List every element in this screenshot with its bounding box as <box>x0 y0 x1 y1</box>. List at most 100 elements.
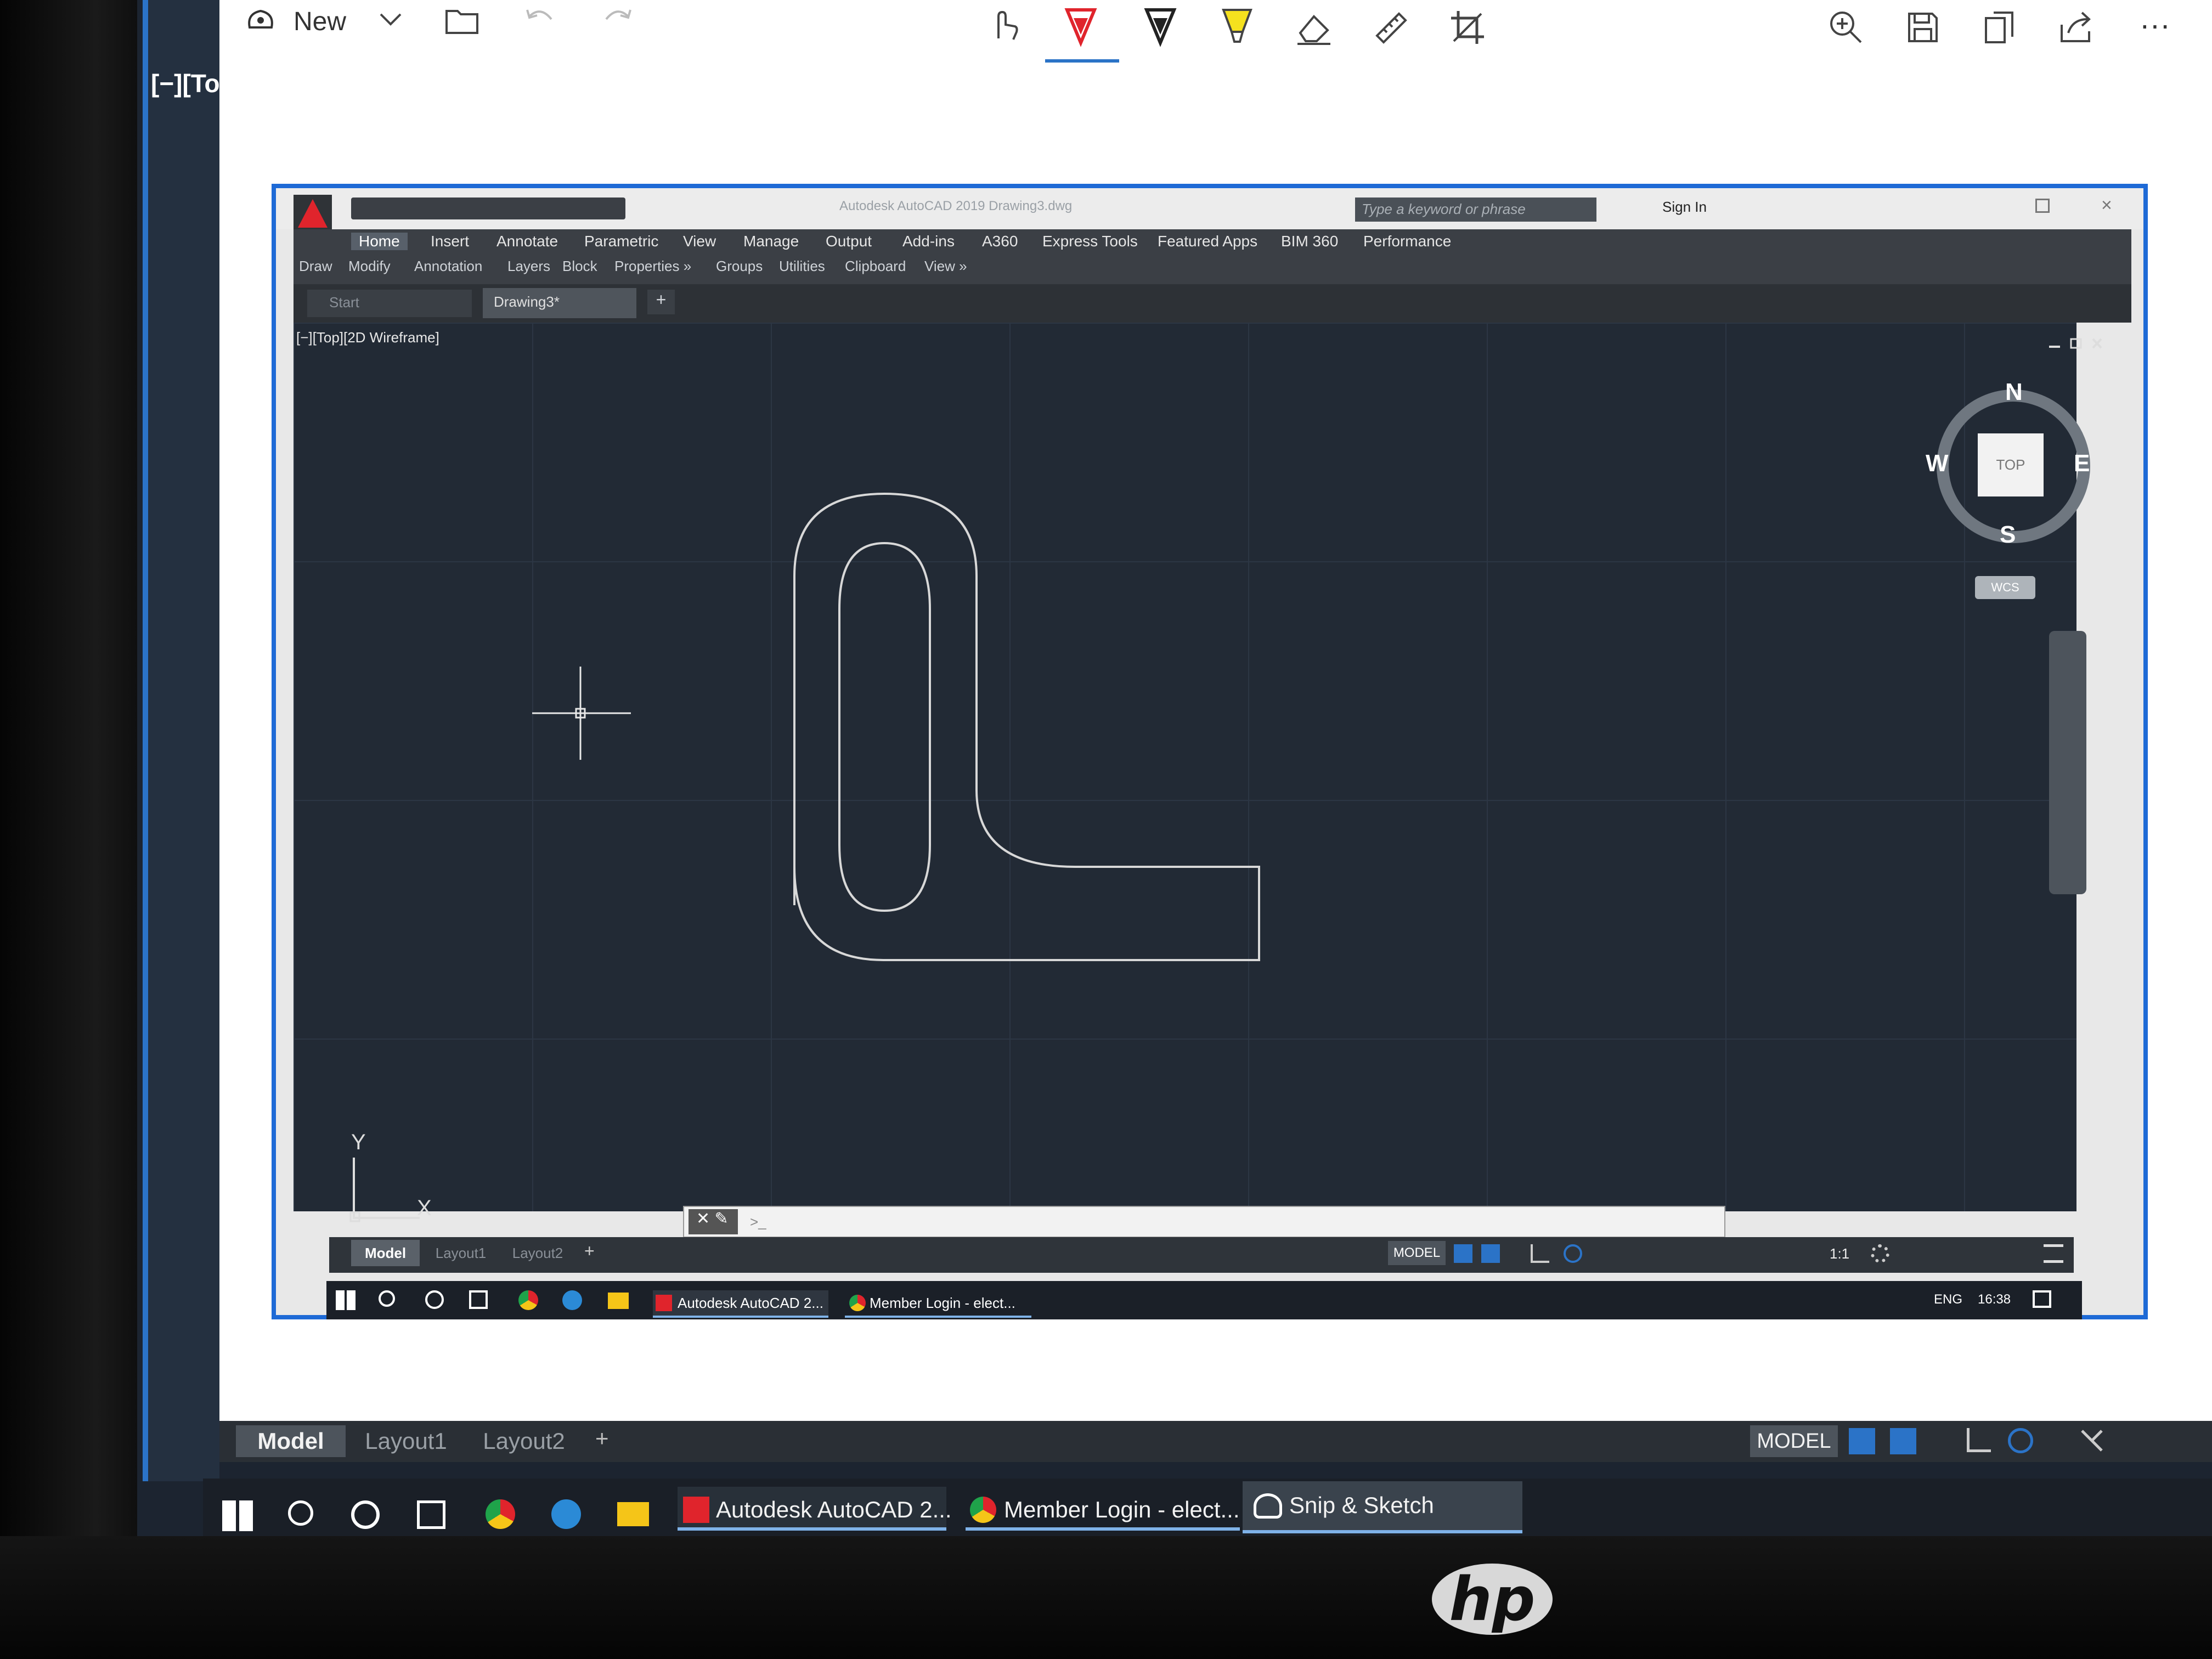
outer-layout-tab-layout2[interactable]: Layout2 <box>469 1425 579 1457</box>
outer-task-view-icon[interactable] <box>417 1500 445 1529</box>
panel-properties[interactable]: Properties » <box>614 258 691 275</box>
panel-view[interactable]: View » <box>924 258 967 275</box>
outer-chrome-icon[interactable] <box>486 1499 515 1529</box>
undo-icon[interactable] <box>524 5 557 36</box>
taskbar-chrome-app[interactable]: Member Login - elect... <box>845 1290 1031 1318</box>
close-icon[interactable]: × <box>2101 195 2112 216</box>
viewport-controls[interactable] <box>2046 336 2107 352</box>
highlighter-icon[interactable] <box>1218 4 1256 51</box>
grid-toggle-icon[interactable] <box>1454 1244 1472 1263</box>
open-folder-icon[interactable] <box>444 7 479 38</box>
search-icon[interactable] <box>379 1290 395 1307</box>
tab-featured-apps[interactable]: Featured Apps <box>1158 233 1257 250</box>
viewcube-north-label[interactable]: N <box>2005 379 2023 406</box>
outer-file-explorer-icon[interactable] <box>617 1502 649 1526</box>
autocad-logo-icon[interactable] <box>294 195 332 233</box>
edge-icon[interactable] <box>562 1290 582 1310</box>
taskbar-autocad-app[interactable]: Autodesk AutoCAD 2... <box>653 1290 828 1318</box>
annotation-scale[interactable]: 1:1 <box>1830 1245 1849 1262</box>
drawing-geometry[interactable] <box>779 483 1273 966</box>
crop-icon[interactable] <box>1448 8 1487 49</box>
panel-modify[interactable]: Modify <box>348 258 391 275</box>
settings-gear-icon[interactable] <box>1871 1244 1889 1263</box>
quick-access-toolbar[interactable] <box>351 198 625 219</box>
viewcube-west-label[interactable]: W <box>1926 450 1949 477</box>
outer-edge-icon[interactable] <box>551 1499 581 1529</box>
model-space-button[interactable]: MODEL <box>1388 1241 1446 1265</box>
layout-tab-layout1[interactable]: Layout1 <box>425 1240 496 1266</box>
command-line[interactable]: ✕ ✎ >_ <box>683 1206 1725 1238</box>
outer-snap-toggle-icon[interactable] <box>1890 1428 1916 1454</box>
panel-layers[interactable]: Layers <box>507 258 550 275</box>
polar-toggle-icon[interactable] <box>1564 1244 1582 1263</box>
layout-tab-model[interactable]: Model <box>351 1240 420 1266</box>
tray-language[interactable]: ENG <box>1934 1292 1962 1307</box>
outer-osnap-toggle-icon[interactable] <box>2079 1428 2104 1453</box>
ruler-icon[interactable] <box>1372 8 1410 49</box>
pencil-icon[interactable] <box>1141 4 1180 51</box>
tab-manage[interactable]: Manage <box>743 233 799 250</box>
outer-taskbar-snip-sketch-app[interactable]: Snip & Sketch <box>1243 1481 1522 1533</box>
viewport-label[interactable]: [−][Top][2D Wireframe] <box>296 329 439 346</box>
tab-bim-360[interactable]: BIM 360 <box>1281 233 1338 250</box>
outer-taskbar-chrome-app[interactable]: Member Login - elect... <box>966 1487 1240 1531</box>
panel-utilities[interactable]: Utilities <box>779 258 825 275</box>
chevron-down-icon[interactable] <box>379 11 403 30</box>
eraser-icon[interactable] <box>1295 8 1333 49</box>
viewcube-south-label[interactable]: S <box>2000 521 2016 549</box>
file-explorer-icon[interactable] <box>608 1293 629 1309</box>
tab-output[interactable]: Output <box>826 233 872 250</box>
command-close-icon[interactable]: ✕ ✎ <box>689 1209 738 1234</box>
more-icon[interactable]: ··· <box>2140 7 2170 42</box>
outer-windows-start-icon[interactable] <box>222 1500 253 1531</box>
snap-toggle-icon[interactable] <box>1481 1244 1500 1263</box>
zoom-icon[interactable] <box>1827 8 1865 49</box>
outer-layout-tab-layout1[interactable]: Layout1 <box>351 1425 461 1457</box>
copy-icon[interactable] <box>1980 8 2019 49</box>
new-snip-icon[interactable] <box>241 3 280 41</box>
outer-search-icon[interactable] <box>288 1500 313 1526</box>
tab-view[interactable]: View <box>683 233 716 250</box>
panel-block[interactable]: Block <box>562 258 597 275</box>
tab-express-tools[interactable]: Express Tools <box>1042 233 1138 250</box>
windows-start-icon[interactable] <box>336 1290 356 1310</box>
file-tab-start[interactable]: Start <box>307 290 472 317</box>
hamburger-menu-icon[interactable] <box>2044 1244 2063 1263</box>
tab-annotate[interactable]: Annotate <box>496 233 558 250</box>
outer-polar-toggle-icon[interactable] <box>2008 1428 2033 1453</box>
share-icon[interactable] <box>2057 8 2096 49</box>
panel-groups[interactable]: Groups <box>716 258 763 275</box>
command-input[interactable]: >_ <box>750 1214 766 1231</box>
viewcube-east-label[interactable]: E <box>2074 450 2090 477</box>
redo-icon[interactable] <box>601 5 634 36</box>
outer-taskbar-autocad-app[interactable]: Autodesk AutoCAD 2... <box>678 1487 952 1531</box>
outer-add-layout-button[interactable]: + <box>595 1425 609 1452</box>
search-input[interactable]: Type a keyword or phrase <box>1355 198 1596 222</box>
tab-home[interactable]: Home <box>351 233 408 250</box>
sign-in-button[interactable]: Sign In <box>1662 199 1707 216</box>
panel-draw[interactable]: Draw <box>299 258 332 275</box>
outer-layout-tab-model[interactable]: Model <box>236 1425 346 1457</box>
tray-clock[interactable]: 16:38 <box>1978 1292 2011 1307</box>
tab-performance[interactable]: Performance <box>1363 233 1451 250</box>
new-button[interactable]: New <box>294 7 346 37</box>
navigation-bar[interactable] <box>2049 631 2086 894</box>
new-tab-button[interactable]: + <box>647 290 675 314</box>
outer-grid-toggle-icon[interactable] <box>1849 1428 1875 1454</box>
viewcube-top-face[interactable]: TOP <box>1978 433 2044 496</box>
outer-cortana-icon[interactable] <box>351 1500 380 1529</box>
panel-clipboard[interactable]: Clipboard <box>845 258 906 275</box>
panel-annotation[interactable]: Annotation <box>414 258 482 275</box>
save-icon[interactable] <box>1904 8 1942 49</box>
maximize-icon[interactable] <box>2035 199 2050 213</box>
outer-ortho-toggle-icon[interactable] <box>1967 1428 1991 1452</box>
cortana-icon[interactable] <box>425 1290 444 1309</box>
file-tab-drawing3[interactable]: Drawing3* <box>483 288 636 318</box>
layout-tab-layout2[interactable]: Layout2 <box>502 1240 573 1266</box>
wcs-menu[interactable]: WCS <box>1975 576 2035 599</box>
touch-writing-icon[interactable] <box>985 5 1023 47</box>
tab-insert[interactable]: Insert <box>431 233 469 250</box>
add-layout-button[interactable]: + <box>584 1241 595 1261</box>
task-view-icon[interactable] <box>469 1290 488 1309</box>
tab-add-ins[interactable]: Add-ins <box>902 233 955 250</box>
